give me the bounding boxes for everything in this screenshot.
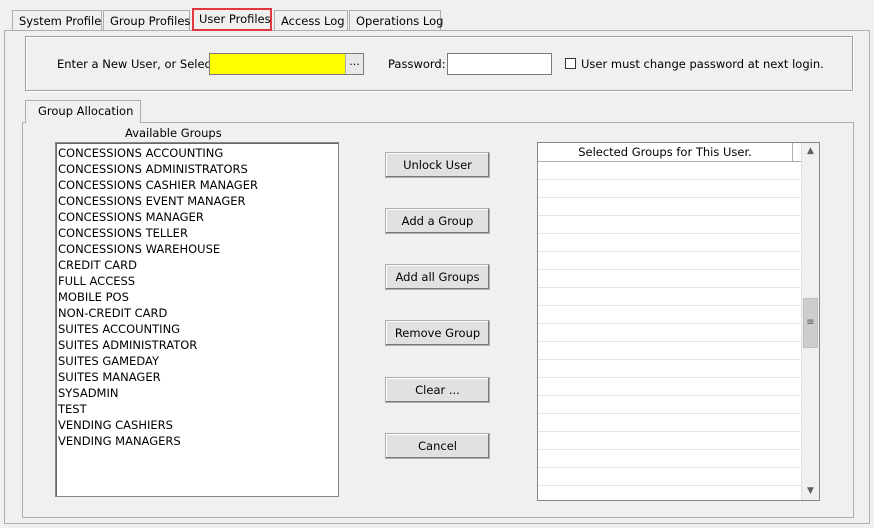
table-row[interactable] bbox=[538, 216, 801, 234]
table-row[interactable] bbox=[538, 378, 801, 396]
list-item[interactable]: CREDIT CARD bbox=[56, 257, 338, 273]
change-password-label[interactable]: User must change password at next login. bbox=[581, 57, 824, 71]
clear-button[interactable]: Clear ... bbox=[385, 377, 490, 403]
list-item[interactable]: SUITES GAMEDAY bbox=[56, 353, 338, 369]
list-item[interactable]: CONCESSIONS CASHIER MANAGER bbox=[56, 177, 338, 193]
selected-groups-grid[interactable]: Selected Groups for This User. ▲ ≡ ▼ bbox=[537, 142, 820, 501]
change-password-checkbox[interactable] bbox=[565, 58, 576, 69]
list-item[interactable]: TEST bbox=[56, 401, 338, 417]
cancel-button[interactable]: Cancel bbox=[385, 433, 490, 459]
table-row[interactable] bbox=[538, 234, 801, 252]
user-browse-button[interactable]: ... bbox=[345, 54, 363, 74]
scroll-up-icon[interactable]: ▲ bbox=[802, 143, 819, 160]
table-row[interactable] bbox=[538, 450, 801, 468]
available-groups-title: Available Groups bbox=[125, 126, 222, 140]
table-row[interactable] bbox=[538, 288, 801, 306]
table-row[interactable] bbox=[538, 180, 801, 198]
tab-system-profile[interactable]: System Profile bbox=[12, 10, 102, 31]
unlock-user-button[interactable]: Unlock User bbox=[385, 152, 490, 178]
list-item[interactable]: FULL ACCESS bbox=[56, 273, 338, 289]
list-item[interactable]: CONCESSIONS MANAGER bbox=[56, 209, 338, 225]
available-groups-list[interactable]: CONCESSIONS ACCOUNTING CONCESSIONS ADMINI… bbox=[55, 142, 339, 497]
tab-group-profiles[interactable]: Group Profiles bbox=[103, 10, 190, 31]
remove-group-button[interactable]: Remove Group bbox=[385, 320, 490, 346]
list-item[interactable]: MOBILE POS bbox=[56, 289, 338, 305]
table-row[interactable] bbox=[538, 198, 801, 216]
list-item[interactable]: SUITES ADMINISTRATOR bbox=[56, 337, 338, 353]
password-field[interactable] bbox=[447, 53, 552, 75]
list-item[interactable]: CONCESSIONS TELLER bbox=[56, 225, 338, 241]
table-row[interactable] bbox=[538, 396, 801, 414]
table-row[interactable] bbox=[538, 306, 801, 324]
user-select-input[interactable] bbox=[210, 54, 345, 74]
table-row[interactable] bbox=[538, 342, 801, 360]
scroll-thumb[interactable]: ≡ bbox=[803, 298, 818, 348]
add-group-button[interactable]: Add a Group bbox=[385, 208, 490, 234]
list-item[interactable]: NON-CREDIT CARD bbox=[56, 305, 338, 321]
add-all-groups-button[interactable]: Add all Groups bbox=[385, 264, 490, 290]
table-row[interactable] bbox=[538, 270, 801, 288]
user-select-label: Enter a New User, or Select: bbox=[57, 57, 220, 71]
table-row[interactable] bbox=[538, 360, 801, 378]
list-item[interactable]: SUITES ACCOUNTING bbox=[56, 321, 338, 337]
list-item[interactable]: CONCESSIONS WAREHOUSE bbox=[56, 241, 338, 257]
table-row[interactable] bbox=[538, 324, 801, 342]
user-select-combo[interactable]: ... bbox=[209, 53, 364, 75]
selected-groups-column-header[interactable]: Selected Groups for This User. bbox=[538, 143, 793, 162]
selected-groups-scrollbar[interactable]: ▲ ≡ ▼ bbox=[801, 143, 819, 500]
list-item[interactable]: CONCESSIONS EVENT MANAGER bbox=[56, 193, 338, 209]
list-item[interactable]: CONCESSIONS ACCOUNTING bbox=[56, 145, 338, 161]
tab-operations-log[interactable]: Operations Log bbox=[349, 10, 443, 31]
list-item[interactable]: VENDING MANAGERS bbox=[56, 433, 338, 449]
scroll-grip-icon: ≡ bbox=[806, 317, 815, 328]
tab-access-log[interactable]: Access Log bbox=[274, 10, 348, 31]
list-item[interactable]: SYSADMIN bbox=[56, 385, 338, 401]
table-row[interactable] bbox=[538, 432, 801, 450]
table-row[interactable] bbox=[538, 162, 801, 180]
tab-group-allocation[interactable]: Group Allocation bbox=[25, 100, 141, 123]
table-row[interactable] bbox=[538, 414, 801, 432]
scroll-down-icon[interactable]: ▼ bbox=[802, 483, 819, 500]
list-item[interactable]: SUITES MANAGER bbox=[56, 369, 338, 385]
table-row[interactable] bbox=[538, 252, 801, 270]
tab-user-profiles[interactable]: User Profiles bbox=[192, 8, 272, 31]
selected-groups-rows bbox=[538, 162, 801, 500]
selected-groups-header: Selected Groups for This User. bbox=[538, 143, 801, 162]
table-row[interactable] bbox=[538, 468, 801, 486]
list-item[interactable]: VENDING CASHIERS bbox=[56, 417, 338, 433]
password-label: Password: bbox=[388, 57, 446, 71]
list-item[interactable]: CONCESSIONS ADMINISTRATORS bbox=[56, 161, 338, 177]
